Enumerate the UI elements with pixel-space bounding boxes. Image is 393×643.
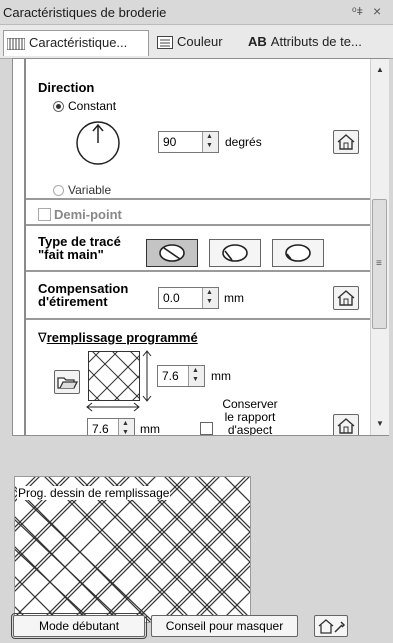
radio-constant[interactable]: Constant [53, 99, 116, 113]
width-arrow-icon [86, 402, 140, 412]
stitch-properties-icon [7, 37, 25, 50]
tab-attributs-texte[interactable]: AB Attributs de te... [245, 30, 393, 56]
trace-style-2-button[interactable] [209, 239, 261, 267]
type-trace-label: Type de tracé "fait main" [38, 235, 121, 261]
radio-constant-label: Constant [68, 99, 117, 113]
compensation-spin-buttons[interactable]: ▲ ▼ [202, 288, 218, 308]
type-trace-label-line2: "fait main" [38, 247, 104, 262]
angle-unit: degrés [225, 135, 262, 149]
keep-ratio-line3: d'aspect [227, 423, 273, 436]
scroll-down-icon[interactable]: ▼ [376, 419, 384, 428]
remplissage-home-button[interactable] [333, 414, 359, 435]
radio-variable-dot [53, 184, 64, 196]
angle-spinbox[interactable]: 90 ▲ ▼ [158, 131, 219, 153]
demi-point-checkbox[interactable] [38, 208, 51, 221]
fill-pattern-thumbnail [88, 351, 140, 401]
height-unit: mm [211, 369, 231, 383]
remplissage-heading-text: remplissage programmé [46, 330, 198, 345]
color-list-icon [157, 36, 173, 50]
compensation-label-line2: d'étirement [38, 294, 108, 309]
radio-variable-label: Variable [68, 183, 112, 197]
house-wrench-icon [318, 619, 346, 634]
angle-spin-buttons[interactable]: ▲ ▼ [202, 132, 218, 152]
house-icon [337, 134, 355, 150]
open-folder-icon [57, 377, 79, 389]
angle-value: 90 [163, 135, 177, 149]
width-unit: mm [140, 422, 160, 435]
height-value: 7.6 [162, 369, 179, 383]
scrollbar-thumb[interactable]: ≡ [372, 199, 387, 329]
hide-hint-button[interactable]: Conseil pour masquer [151, 615, 298, 637]
compensation-label: Compensation d'étirement [38, 282, 128, 308]
demi-point-section: Demi-point [26, 201, 370, 226]
panel-title: Caractéristiques de broderie [3, 5, 167, 20]
trace-style-3-button[interactable] [272, 239, 324, 267]
keep-ratio-label: Conserver le rapport d'aspect [204, 398, 296, 436]
radio-variable[interactable]: Variable [53, 183, 111, 197]
house-icon [337, 418, 355, 434]
scroll-up-icon[interactable]: ▲ [376, 65, 384, 74]
tab-couleur[interactable]: Couleur [154, 30, 240, 56]
home-default-button[interactable] [333, 130, 359, 154]
tab-caracteristiques-label: Caractéristique... [29, 35, 128, 50]
trace-style-1-icon [159, 244, 185, 262]
compensation-home-button[interactable] [333, 286, 359, 310]
remplissage-heading[interactable]: ∇remplissage programmé [38, 330, 198, 346]
height-arrow-icon [142, 350, 152, 402]
trace-style-1-button[interactable] [146, 239, 198, 267]
compensation-unit: mm [224, 291, 244, 305]
width-spin-buttons[interactable]: ▲ ▼ [118, 419, 134, 435]
direction-section: Direction Constant 90 ▲ ▼ degrés Variable [26, 59, 370, 200]
panel-titlebar: Caractéristiques de broderie ᵒǂ × [0, 0, 393, 25]
collapse-arrow-icon: ∇ [38, 330, 47, 345]
tab-couleur-label: Couleur [177, 34, 223, 49]
text-attributes-icon: AB [248, 34, 267, 49]
tab-attributs-label: Attributs de te... [270, 34, 362, 49]
direction-dial-icon[interactable] [75, 120, 121, 166]
width-spinbox[interactable]: 7.6 ▲ ▼ [87, 418, 135, 435]
fill-pattern-preview: Prog. dessin de remplissage [14, 476, 251, 623]
compensation-value: 0.0 [163, 291, 180, 305]
vertical-scrollbar[interactable]: ▲ ≡ ▼ [370, 59, 389, 435]
grip-icon: ≡ [376, 258, 382, 269]
type-trace-section: Type de tracé "fait main" [26, 227, 370, 272]
width-value: 7.6 [92, 422, 109, 435]
direction-heading: Direction [38, 80, 95, 95]
close-icon[interactable]: × [373, 3, 381, 19]
height-spinbox[interactable]: 7.6 ▲ ▼ [157, 365, 205, 387]
trace-style-2-icon [222, 244, 248, 262]
tab-bar: Caractéristique... Couleur AB Attributs d… [0, 25, 393, 59]
properties-content: Direction Constant 90 ▲ ▼ degrés Variable [24, 59, 370, 435]
remplissage-section: ∇remplissage programmé 7.6 ▲ ▼ mm 7.6 ▲ … [26, 322, 370, 435]
preview-caption: Prog. dessin de remplissage [17, 486, 171, 500]
compensation-spinbox[interactable]: 0.0 ▲ ▼ [158, 287, 219, 309]
beginner-mode-button[interactable]: Mode débutant [11, 613, 147, 639]
radio-constant-dot [53, 100, 64, 112]
pin-icon[interactable]: ᵒǂ [352, 4, 363, 18]
settings-home-button[interactable] [314, 615, 348, 637]
height-spin-buttons[interactable]: ▲ ▼ [188, 366, 204, 386]
trace-style-3-icon [285, 244, 311, 262]
house-icon [337, 290, 355, 306]
open-pattern-button[interactable] [54, 370, 80, 394]
tab-caracteristiques[interactable]: Caractéristique... [3, 30, 149, 56]
compensation-section: Compensation d'étirement 0.0 ▲ ▼ mm [26, 273, 370, 320]
demi-point-label: Demi-point [54, 207, 122, 222]
properties-panel: Direction Constant 90 ▲ ▼ degrés Variable [12, 58, 389, 436]
